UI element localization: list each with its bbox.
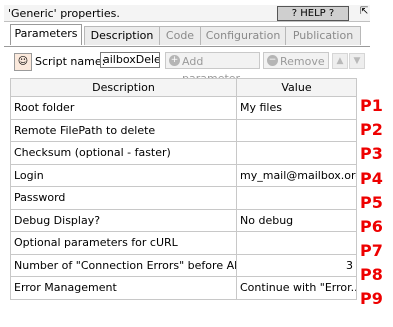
tab-code[interactable]: Code — [159, 26, 201, 45]
row-value[interactable]: My files — [236, 96, 357, 120]
tab-bar: Parameters Description Code Configuratio… — [4, 24, 370, 47]
remove-button[interactable]: − Remove — [263, 52, 329, 69]
help-button[interactable]: ? HELP ? — [277, 6, 349, 21]
annotation-p7: P7 — [360, 241, 383, 260]
table-row[interactable]: Password — [10, 186, 357, 210]
annotation-p4: P4 — [360, 169, 383, 188]
annotation-p9: P9 — [360, 289, 383, 308]
script-avatar-icon[interactable]: ☺ — [14, 53, 32, 71]
window-title: 'Generic' properties. — [8, 7, 120, 20]
row-value[interactable]: my_mail@mailbox.org — [236, 163, 357, 187]
row-description: Remote FilePath to delete — [10, 118, 237, 142]
script-name-input[interactable]: ailboxDelete — [100, 52, 160, 68]
table-row[interactable]: Error Management Continue with "Error... — [10, 276, 357, 300]
row-value[interactable]: Continue with "Error... — [236, 276, 357, 300]
minus-icon: − — [267, 55, 278, 66]
pin-icon[interactable]: ⇱ — [360, 6, 368, 17]
window-titlebar: 'Generic' properties. ? HELP ? ⇱ — [4, 5, 370, 22]
annotation-p1: P1 — [360, 96, 383, 115]
row-description: Login — [10, 163, 237, 187]
script-name-label: Script name: — [35, 55, 106, 68]
annotation-p3: P3 — [360, 144, 383, 163]
table-row[interactable]: Root folder My files — [10, 96, 357, 120]
row-description: Debug Display? — [10, 208, 237, 232]
move-down-icon[interactable]: ▼ — [349, 53, 365, 69]
annotation-p6: P6 — [360, 217, 383, 236]
row-description: Password — [10, 186, 237, 210]
table-row[interactable]: Optional parameters for cURL — [10, 231, 357, 255]
tab-configuration[interactable]: Configuration — [200, 26, 286, 45]
row-value[interactable] — [236, 231, 357, 255]
table-row[interactable]: Debug Display? No debug — [10, 208, 357, 232]
parameters-table: Description Value Root folder My files R… — [10, 78, 357, 300]
row-value[interactable] — [236, 118, 357, 142]
row-description: Number of "Connection Errors" before Ab.… — [10, 253, 237, 277]
row-value[interactable] — [236, 141, 357, 165]
annotation-p2: P2 — [360, 120, 383, 139]
remove-label: Remove — [280, 55, 325, 68]
row-description: Error Management — [10, 276, 237, 300]
annotation-p8: P8 — [360, 265, 383, 284]
table-row[interactable]: Checksum (optional - faster) — [10, 141, 357, 165]
row-value[interactable]: No debug — [236, 208, 357, 232]
row-value[interactable]: 3 — [236, 253, 357, 277]
plus-icon: + — [169, 55, 180, 66]
column-header-description[interactable]: Description — [10, 78, 237, 97]
annotation-p5: P5 — [360, 193, 383, 212]
toolbar: ☺ Script name: ailboxDelete + Add parame… — [4, 49, 370, 85]
move-up-icon[interactable]: ▲ — [332, 53, 348, 69]
column-header-value[interactable]: Value — [236, 78, 357, 97]
add-parameter-button[interactable]: + Add parameter — [165, 52, 260, 85]
row-description: Optional parameters for cURL — [10, 231, 237, 255]
row-description: Root folder — [10, 96, 237, 120]
row-description: Checksum (optional - faster) — [10, 141, 237, 165]
row-value[interactable] — [236, 186, 357, 210]
table-row[interactable]: Number of "Connection Errors" before Ab.… — [10, 253, 357, 277]
table-row[interactable]: Login my_mail@mailbox.org — [10, 163, 357, 187]
table-row[interactable]: Remote FilePath to delete — [10, 118, 357, 142]
tab-parameters[interactable]: Parameters — [10, 24, 82, 45]
tab-publication[interactable]: Publication — [285, 26, 361, 45]
tab-description[interactable]: Description — [84, 26, 160, 45]
